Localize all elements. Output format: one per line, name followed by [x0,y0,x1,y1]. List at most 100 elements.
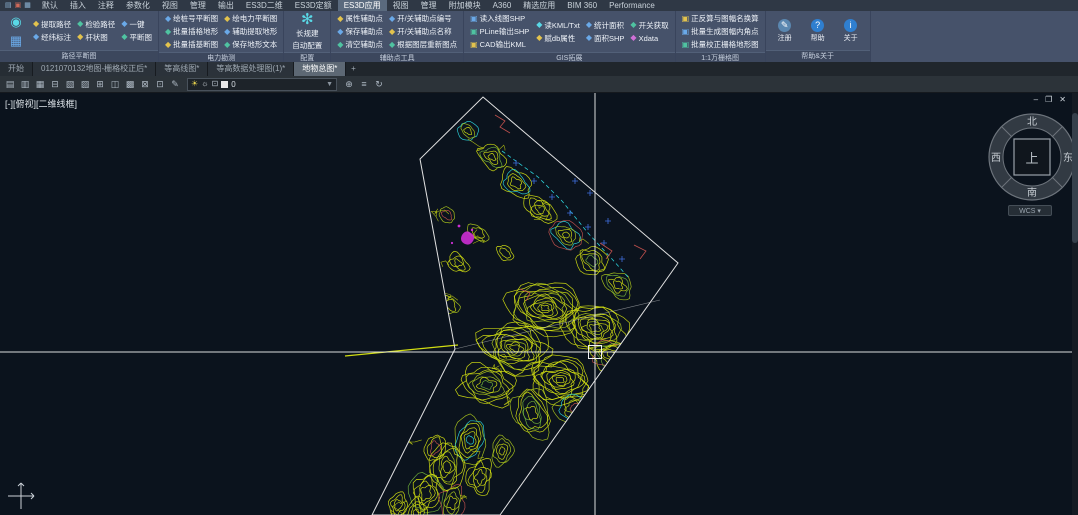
layer-off-icon[interactable]: ▥ [18,77,32,91]
ribbon-button[interactable]: ◆ Xdata [628,32,670,45]
profile-large-button[interactable]: ▦ [4,31,28,49]
ribbon-button[interactable]: ◆ 杆状图 [75,31,117,44]
layer-color-icon[interactable]: ⊞ [93,77,107,91]
ribbon-button[interactable]: ◆ 批量插格地形 [163,25,220,38]
ribbon-button[interactable]: ◆ 赋db属性 [534,32,582,45]
viewport-window-controls: ‒ ❐ ✕ [1034,95,1066,104]
layer-list-icon[interactable]: ≡ [357,77,371,91]
ribbon-tab-8[interactable]: ES3D定额 [289,0,338,11]
ribbon-button[interactable]: ▣ 批量校正栅格地形图 [680,38,761,51]
ribbon-button[interactable]: ◆ 经纬标注 [31,31,73,44]
scrollbar-thumb[interactable] [1072,113,1078,243]
minimize-icon[interactable]: ‒ [1034,95,1038,104]
ribbon-tab-13[interactable]: A360 [487,0,518,11]
button-label: 绘桩号平断图 [173,14,219,23]
layer-previous-icon[interactable]: ⊠ [138,77,152,91]
ribbon-button[interactable]: ◆ 面积SHP [584,32,627,45]
ribbon-button[interactable]: ◆ 开/关辅助点名称 [387,25,459,38]
ribbon-button[interactable]: ▣ PLine输出SHP [468,25,531,38]
about-button[interactable]: i 关于 [836,18,866,43]
ribbon-button[interactable]: ◆ 开关获取 [628,19,670,32]
new-drawing-tab-button[interactable]: + [346,62,360,76]
viewcube-top-face[interactable]: 上 [1025,151,1038,166]
viewcube-south[interactable]: 南 [1027,186,1037,199]
ribbon-tab-11[interactable]: 管理 [415,0,443,11]
tool-icon: ◆ [224,26,231,36]
ribbon-tab-10[interactable]: 视图 [387,0,415,11]
ribbon-button[interactable]: ▣ CAD输出KML [468,38,531,51]
ribbon-button[interactable]: ▣ 正反算与图幅名换算 [680,12,761,25]
auto-config-button[interactable]: ✻ 长规建 自动配置 [288,12,326,51]
close-icon[interactable]: ✕ [1059,95,1066,104]
ribbon-button[interactable]: ◆ 平断图 [119,31,154,44]
layer-freeze-icon[interactable]: ⊟ [48,77,62,91]
wcs-button[interactable]: WCS ▾ [1008,205,1052,216]
ribbon-tab-6[interactable]: 输出 [212,0,240,11]
refresh-icon[interactable]: ↻ [372,77,386,91]
document-tab-4[interactable]: 地物总图* [294,62,347,76]
document-tab-0[interactable]: 开始 [0,62,33,76]
ribbon-tab-12[interactable]: 附加模块 [443,0,487,11]
layer-unlock-icon[interactable]: ▨ [78,77,92,91]
ribbon-button[interactable]: ▣ 读入线图SHP [468,12,531,25]
layer-isolate-icon[interactable]: ▦ [33,77,47,91]
ribbon-button[interactable]: ◆ 读KML/Txt [534,19,582,32]
document-tab-1[interactable]: 0121070132地图-栅格校正后* [33,62,157,76]
restore-icon[interactable]: ❐ [1045,95,1052,104]
layer-match-icon[interactable]: ▩ [123,77,137,91]
ribbon-button[interactable]: ◆ 绘桩号平断图 [163,12,220,25]
button-label: 读KML/Txt [544,20,580,30]
ribbon-tab-2[interactable]: 注释 [92,0,120,11]
workspace-icon[interactable]: ▣ [15,0,22,11]
layer-dropdown[interactable]: ☀ ☼ ⊡ 0 ▼ [187,77,337,91]
ribbon-button[interactable]: ◆ 属性辅助点 [335,12,385,25]
ribbon-panel-config: ✻ 长规建 自动配置 配置 [284,11,332,64]
ribbon-button[interactable]: ◆ 一键 [119,18,154,31]
layer-lock-icon[interactable]: ▧ [63,77,77,91]
ribbon-tab-15[interactable]: BIM 360 [561,0,603,11]
drawing-canvas[interactable]: [-][俯视][二维线框] ‒ ❐ ✕ 上 北 南 西 东 WCS ▾ [0,93,1078,515]
ribbon-tab-0[interactable]: 默认 [36,0,64,11]
ribbon-tab-9[interactable]: ES3D应用 [337,0,387,11]
document-tab-3[interactable]: 等高数据处理图(1)* [208,62,295,76]
vertical-scrollbar[interactable] [1072,93,1078,515]
ribbon-button[interactable]: ◆ 根据图层重新图点 [387,38,459,51]
layer-walk-icon[interactable]: ◫ [108,77,122,91]
layer-merge-icon[interactable]: ✎ [168,77,182,91]
ribbon-button[interactable]: ◆ 开/关辅助点编号 [387,12,459,25]
layer-properties-icon[interactable]: ▤ [3,77,17,91]
ribbon-button[interactable]: ◆ 提取路径 [31,18,73,31]
ribbon-button[interactable]: ◆ 清空辅助点 [335,38,385,51]
ribbon-tab-1[interactable]: 插入 [64,0,92,11]
ribbon-button[interactable]: ◆ 保存地形文本 [222,38,279,51]
make-current-icon[interactable]: ⊕ [342,77,356,91]
ribbon-button[interactable]: ◆ 辅助提取地形 [222,25,279,38]
ribbon-tab-16[interactable]: Performance [603,0,661,11]
quick-access-icon[interactable]: ▦ [24,0,31,11]
layer-state-icon[interactable]: ⊡ [153,77,167,91]
help-button[interactable]: ? 帮助 [803,18,833,43]
ribbon-button[interactable]: ▣ 批量生成图幅内角点 [680,25,761,38]
button-label: Xdata [638,33,659,43]
ribbon-tab-4[interactable]: 视图 [156,0,184,11]
viewport-controls-label[interactable]: [-][俯视][二维线框] [5,97,77,110]
button-label: 提取路径 [41,19,72,29]
ribbon-button[interactable]: ◆ 检验路径 [75,18,117,31]
button-label: 正反算与图幅名换算 [691,14,759,23]
extract-path-large-button[interactable]: ◉ [4,12,28,30]
view-cube[interactable]: 上 北 南 西 东 [986,111,1078,203]
ribbon-button[interactable]: ◆ 批量插基断图 [163,38,220,51]
app-menu-icon[interactable]: ▤ [5,0,12,11]
app-icons: ▤ ▣ ▦ [0,0,36,11]
ribbon-tab-5[interactable]: 管理 [184,0,212,11]
ribbon-tab-7[interactable]: ES3D二维 [240,0,289,11]
viewcube-west[interactable]: 西 [991,153,1001,164]
document-tab-2[interactable]: 等高线图* [156,62,209,76]
ribbon-button[interactable]: ◆ 保存辅助点 [335,25,385,38]
ribbon-tab-14[interactable]: 精选应用 [517,0,561,11]
ribbon-button[interactable]: ◆ 统计面积 [584,19,627,32]
ribbon-tab-3[interactable]: 参数化 [120,0,156,11]
ribbon-button[interactable]: ◆ 绘电力平断图 [222,12,279,25]
register-button[interactable]: ✎ 注册 [770,18,800,43]
viewcube-north[interactable]: 北 [1027,116,1037,128]
